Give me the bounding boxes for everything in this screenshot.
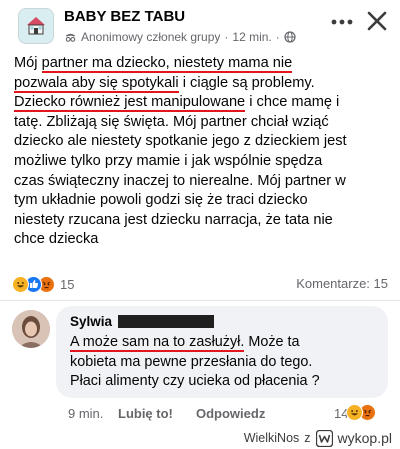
- comment-author[interactable]: Sylwia: [70, 314, 215, 329]
- post-line: Mój partner ma dziecko, niestety mama ni…: [14, 55, 293, 73]
- avatar[interactable]: [12, 310, 50, 348]
- watermark-user: WielkiNos: [243, 431, 300, 445]
- like-button[interactable]: Lubię to!: [118, 406, 173, 421]
- post-line: pozwala aby się spotykali i ciągle są pr…: [14, 74, 315, 93]
- comment-line: Płaci alimenty czy ucieka od płacenia ?: [70, 373, 320, 389]
- watermark-connector: z: [304, 431, 311, 445]
- close-button[interactable]: [364, 8, 390, 34]
- anonymous-mask-icon: [65, 33, 76, 42]
- post-header: BABY BEZ TABU Anonimowy członek grupy · …: [12, 6, 388, 50]
- close-icon: [367, 11, 387, 31]
- globe-icon: [284, 31, 296, 43]
- post-author[interactable]: Anonimowy członek grupy: [81, 30, 220, 44]
- more-dots-icon: [331, 19, 353, 25]
- post-line: tym układnie powoli godzi się że traci d…: [14, 192, 308, 209]
- reaction-count[interactable]: 15: [60, 277, 74, 292]
- comment-bubble: Sylwia A może sam na to zasłużył. Może t…: [56, 306, 388, 398]
- post-line: możliwe tylko przy mamie i jak wspólnie …: [14, 152, 323, 169]
- post-line: niestety rzucana jest dziecku narracja, …: [14, 211, 333, 228]
- haha-icon: [12, 275, 29, 293]
- watermark: WielkiNos z wykop.pl: [244, 428, 392, 448]
- post-line: chce dziecka: [14, 231, 99, 248]
- house-icon: [27, 17, 45, 35]
- haha-icon: [346, 404, 363, 421]
- watermark-brand: wykop.pl: [337, 430, 392, 446]
- post-line: czas świąteczny inaczej to nierealne. Mó…: [14, 172, 346, 189]
- comment-time[interactable]: 9 min.: [68, 406, 103, 421]
- post-reactions[interactable]: 15: [12, 274, 74, 294]
- underlined-phrase: pozwala aby się spotykali: [14, 74, 179, 93]
- divider: [0, 300, 400, 301]
- underlined-phrase: A może sam na to zasłużył.: [70, 334, 245, 352]
- comment-text: A może sam na to zasłużył. Może ta kobie…: [70, 333, 380, 392]
- post-time[interactable]: 12 min.: [232, 30, 271, 44]
- group-name[interactable]: BABY BEZ TABU: [64, 8, 185, 25]
- meta-separator: ·: [224, 30, 229, 44]
- post-body: Mój partner ma dziecko, niestety mama ni…: [14, 54, 388, 250]
- comment-line: A może sam na to zasłużył. Może ta: [70, 334, 300, 352]
- comment-line: kobieta ma pewne przesłania do tego.: [70, 353, 313, 370]
- redacted-surname: [118, 315, 215, 328]
- wykop-logo-icon: [315, 429, 333, 447]
- underlined-phrase: Dziecko również jest manipulowane: [14, 94, 246, 113]
- underlined-phrase: partner ma dziecko, niestety mama nie: [41, 55, 293, 73]
- comment-author-name[interactable]: Sylwia: [70, 314, 112, 329]
- more-options-button[interactable]: [330, 12, 354, 32]
- post-line: tatę. Zbliżają się święta. Mój partner c…: [14, 113, 329, 130]
- post-line: Dziecko również jest manipulowane i chce…: [14, 94, 340, 113]
- comment-actions: 9 min. Lubię to! Odpowiedz 14: [68, 404, 388, 424]
- post-line: dziecko ale niestety spotkanie jego z dz…: [14, 133, 347, 150]
- group-avatar[interactable]: [18, 8, 54, 44]
- reply-button[interactable]: Odpowiedz: [196, 406, 265, 421]
- comment-reactions[interactable]: [346, 404, 376, 421]
- meta-separator-2: ·: [275, 30, 280, 44]
- post-meta: Anonimowy członek grupy · 12 min. ·: [64, 30, 296, 44]
- comments-count[interactable]: Komentarze: 15: [296, 276, 388, 291]
